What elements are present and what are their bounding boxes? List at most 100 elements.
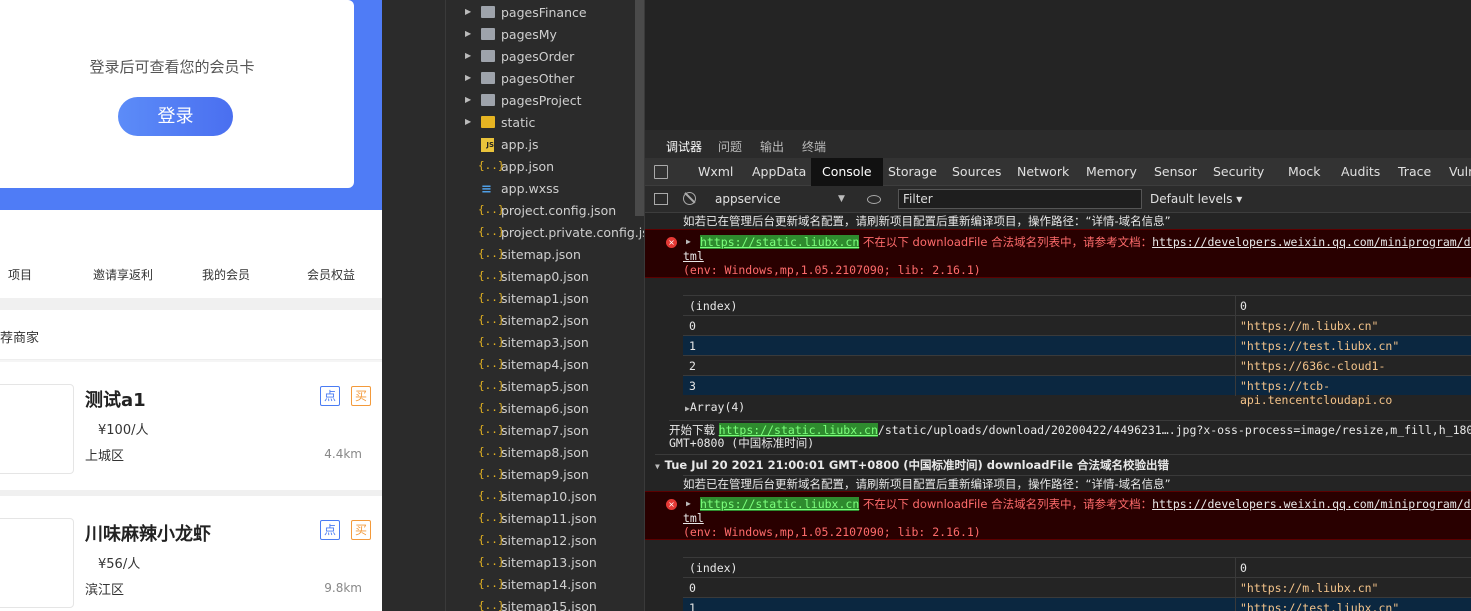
file-tree-item[interactable]: {..} sitemap10.json	[382, 486, 635, 508]
docs-link[interactable]: https://developers.weixin.qq.com/minipro…	[1152, 235, 1471, 249]
file-tree-item[interactable]: {..} sitemap.json	[382, 244, 635, 266]
file-tree-label: app.js	[501, 137, 539, 152]
docs-link-tail[interactable]: tml	[683, 511, 1471, 525]
group-title: Tue Jul 20 2021 21:00:01 GMT+0800 (中国标准时…	[664, 458, 1170, 472]
tab-issues[interactable]: 问题	[718, 138, 742, 155]
file-tree-item[interactable]: {..} project.config.json	[382, 200, 635, 222]
array-summary[interactable]: ▶Array(4)	[685, 400, 1471, 414]
merchant-distance: 4.4km	[324, 447, 362, 461]
tab-trace[interactable]: Trace	[1398, 158, 1431, 186]
tab-console[interactable]: Console	[811, 158, 883, 186]
merchant-distance: 9.8km	[324, 581, 362, 595]
file-tree-item[interactable]: {..} sitemap13.json	[382, 552, 635, 574]
live-expression-eye-icon[interactable]	[867, 195, 881, 204]
log-levels-select[interactable]: Default levels ▾	[1150, 192, 1242, 206]
order-badge[interactable]: 点	[320, 520, 340, 540]
file-tree-item[interactable]: JS app.js	[382, 134, 635, 156]
merchant-card[interactable]: 川味麻辣小龙虾 ¥56/人 滨江区 9.8km 点 买	[0, 496, 382, 611]
file-tree-label: sitemap6.json	[501, 401, 589, 416]
table-cell-index: 3	[689, 379, 696, 393]
file-tree-item[interactable]: {..} app.json	[382, 156, 635, 178]
tab-my-membership[interactable]: 我的会员	[202, 266, 250, 283]
file-tree-item[interactable]: {..} sitemap7.json	[382, 420, 635, 442]
tab-network[interactable]: Network	[1017, 158, 1069, 186]
console-error: × ▶ https://static.liubx.cn 不在以下 downloa…	[645, 491, 1471, 540]
json-file-icon: {..}	[478, 313, 505, 326]
error-url-link[interactable]: https://static.liubx.cn	[700, 235, 860, 249]
tab-wxml[interactable]: Wxml	[698, 158, 733, 186]
docs-link-tail[interactable]: tml	[683, 249, 1471, 263]
tab-storage[interactable]: Storage	[888, 158, 937, 186]
file-tree-item[interactable]: {..} sitemap0.json	[382, 266, 635, 288]
tab-project[interactable]: 项目	[8, 266, 32, 283]
chevron-right-icon[interactable]: ▶	[465, 29, 471, 38]
file-tree-label: sitemap3.json	[501, 335, 589, 350]
error-url-link[interactable]: https://static.liubx.cn	[700, 497, 860, 511]
file-tree-item[interactable]: ≡ app.wxss	[382, 178, 635, 200]
chevron-right-icon[interactable]: ▶	[465, 51, 471, 60]
chevron-right-icon[interactable]: ▶	[465, 117, 471, 126]
tab-memory[interactable]: Memory	[1086, 158, 1137, 186]
context-select[interactable]: appservice	[715, 192, 845, 206]
tab-vulnerability[interactable]: Vulne	[1449, 158, 1471, 186]
show-sidebar-icon[interactable]	[654, 193, 668, 205]
order-badge[interactable]: 点	[320, 386, 340, 406]
file-tree-item[interactable]: {..}project.private.config.js...	[382, 222, 644, 244]
file-tree-item[interactable]: {..} sitemap6.json	[382, 398, 635, 420]
file-tree-item[interactable]: {..} sitemap2.json	[382, 310, 635, 332]
expand-triangle-icon[interactable]: ▶	[686, 237, 691, 246]
file-tree-item[interactable]: {..} sitemap8.json	[382, 442, 635, 464]
file-tree-item[interactable]: ▶ static	[382, 112, 635, 134]
table-row: 0 "https://m.liubx.cn"	[683, 577, 1471, 598]
file-tree-item[interactable]: ▶ pagesProject	[382, 90, 635, 112]
file-tree-item[interactable]: {..} sitemap12.json	[382, 530, 635, 552]
file-tree-item[interactable]: {..} sitemap15.json	[382, 596, 635, 611]
chevron-right-icon[interactable]: ▶	[465, 95, 471, 104]
error-env: (env: Windows,mp,1.05.2107090; lib: 2.16…	[683, 525, 981, 539]
tab-appdata[interactable]: AppData	[752, 158, 806, 186]
collapse-triangle-icon[interactable]: ▼	[655, 462, 665, 471]
inspect-element-icon[interactable]	[654, 165, 668, 179]
buy-badge[interactable]: 买	[351, 386, 371, 406]
table-cell-index: 1	[689, 601, 696, 611]
file-tree-item[interactable]: {..} sitemap4.json	[382, 354, 635, 376]
login-button[interactable]: 登录	[118, 97, 233, 136]
file-tree-item[interactable]: ▶ pagesFinance	[382, 2, 635, 24]
file-tree-label: sitemap8.json	[501, 445, 589, 460]
file-tree-item[interactable]: {..} sitemap1.json	[382, 288, 635, 310]
tab-sensor[interactable]: Sensor	[1154, 158, 1197, 186]
file-tree-item[interactable]: ▶ pagesMy	[382, 24, 635, 46]
explorer-scrollbar[interactable]	[635, 0, 644, 216]
buy-badge[interactable]: 买	[351, 520, 371, 540]
file-tree-item[interactable]: ▶ pagesOrder	[382, 46, 635, 68]
console-group[interactable]: ▼ Tue Jul 20 2021 21:00:01 GMT+0800 (中国标…	[655, 454, 1471, 473]
tab-invite-rebate[interactable]: 邀请享返利	[93, 266, 153, 283]
file-tree-item[interactable]: {..} sitemap9.json	[382, 464, 635, 486]
tab-terminal[interactable]: 终端	[802, 138, 826, 155]
tab-audits[interactable]: Audits	[1341, 158, 1380, 186]
file-tree-label: app.json	[501, 159, 555, 174]
file-tree-item[interactable]: {..} sitemap3.json	[382, 332, 635, 354]
file-tree-item[interactable]: {..} sitemap11.json	[382, 508, 635, 530]
file-tree-item[interactable]: {..} sitemap14.json	[382, 574, 635, 596]
chevron-right-icon[interactable]: ▶	[465, 73, 471, 82]
tab-security[interactable]: Security	[1213, 158, 1264, 186]
file-tree-label: sitemap1.json	[501, 291, 589, 306]
tab-output[interactable]: 输出	[760, 138, 784, 155]
console-toolbar: appservice ▼ Filter Default levels ▾	[645, 186, 1471, 213]
table-row: 1 "https://test.liubx.cn"	[683, 335, 1471, 356]
tab-sources[interactable]: Sources	[952, 158, 1001, 186]
error-icon: ×	[666, 499, 677, 510]
tab-member-benefits[interactable]: 会员权益	[307, 266, 355, 283]
file-tree-item[interactable]: ▶ pagesOther	[382, 68, 635, 90]
merchant-card[interactable]: 测试a1 ¥100/人 上城区 4.4km 点 买	[0, 362, 382, 490]
chevron-right-icon[interactable]: ▶	[465, 7, 471, 16]
file-tree-item[interactable]: {..} sitemap5.json	[382, 376, 635, 398]
docs-link[interactable]: https://developers.weixin.qq.com/minipro…	[1152, 497, 1471, 511]
json-file-icon: {..}	[478, 379, 505, 392]
expand-triangle-icon[interactable]: ▶	[686, 499, 691, 508]
tab-mock[interactable]: Mock	[1288, 158, 1321, 186]
folder-icon	[481, 94, 495, 106]
clear-console-icon[interactable]	[683, 192, 696, 205]
console-filter-input[interactable]: Filter	[898, 189, 1142, 209]
